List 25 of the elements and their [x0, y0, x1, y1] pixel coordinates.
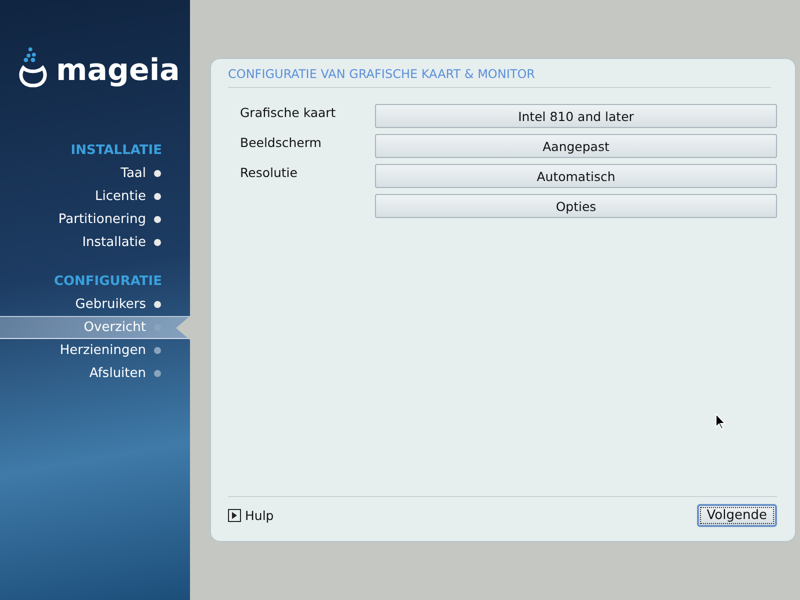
- next-button[interactable]: Volgende: [696, 504, 777, 527]
- logo-icon: [18, 46, 48, 88]
- expander-icon: [228, 509, 241, 522]
- field-label: Grafische kaart: [240, 104, 337, 122]
- step-item: Licentie: [0, 185, 190, 208]
- selection-pointer-icon: [176, 316, 190, 340]
- field-label: Resolutie: [240, 164, 298, 182]
- value-button[interactable]: Intel 810 and later: [375, 104, 777, 128]
- help-button[interactable]: Hulp: [228, 508, 274, 523]
- logo-text: mageia: [56, 56, 180, 88]
- step-item: Taal: [0, 162, 190, 185]
- step-item: Gebruikers: [0, 293, 190, 316]
- value-button[interactable]: Automatisch: [375, 164, 777, 188]
- value-button[interactable]: Aangepast: [375, 134, 777, 158]
- section-title: INSTALLATIE: [70, 143, 163, 158]
- step-item: Installatie: [0, 231, 190, 254]
- step-item: Herzieningen: [0, 339, 190, 362]
- step-item: Overzicht: [0, 316, 190, 339]
- mouse-cursor-icon: [715, 413, 726, 430]
- step-item: Partitionering: [0, 208, 190, 231]
- value-button[interactable]: Opties: [375, 194, 777, 218]
- step-item: Afsluiten: [0, 362, 190, 385]
- field-label: Beeldscherm: [240, 134, 322, 152]
- section-title: CONFIGURATIE: [54, 274, 163, 289]
- panel-title: CONFIGURATIE VAN GRAFISCHE KAART & MONITOR: [228, 67, 771, 88]
